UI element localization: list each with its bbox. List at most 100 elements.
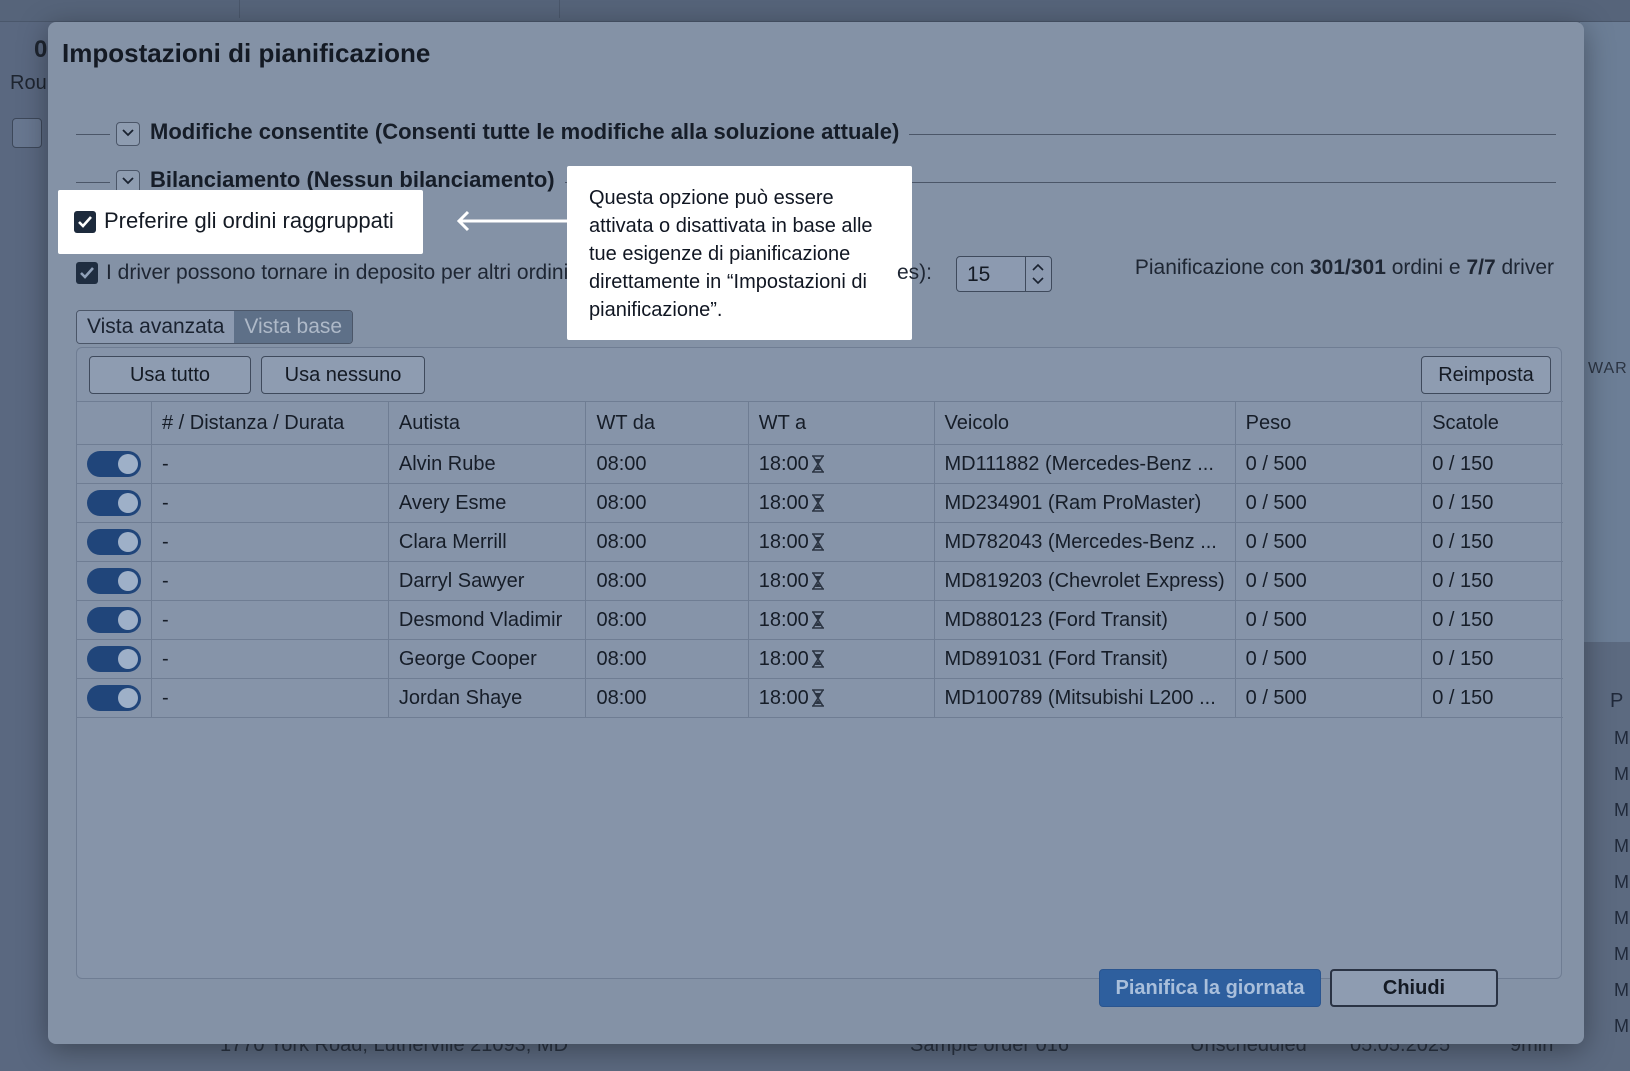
table-cell-wt-to: 18:00 — [748, 639, 935, 679]
reset-button[interactable]: Reimposta — [1421, 356, 1551, 394]
table-cell-wt-to: 18:00 — [748, 561, 935, 601]
table-row[interactable]: - Clara Merrill 08:00 18:00 MD782043 (Merced… — [77, 522, 1563, 562]
cell-text: MD819203 (Chevrolet Express) — [944, 569, 1225, 592]
column-header[interactable]: # / Distanza / Durata — [151, 401, 389, 445]
prefer-grouped-checkbox[interactable] — [74, 211, 96, 233]
use-none-button[interactable]: Usa nessuno — [261, 356, 425, 394]
cell-text: 0 / 150 — [1432, 530, 1494, 553]
table-cell-weight: 0 / 500 — [1235, 678, 1423, 718]
table-cell-wt-from: 08:00 — [585, 444, 749, 484]
divider — [76, 182, 110, 183]
cell-text: Desmond Vladimir — [398, 608, 563, 631]
cell-text: 18:00 — [758, 686, 809, 709]
table-cell-vehicle: MD782043 (Mercedes-Benz ... — [934, 522, 1236, 562]
table-cell-vehicle: MD819203 (Chevrolet Express) — [934, 561, 1236, 601]
row-toggle-cell — [77, 561, 152, 601]
table-row[interactable]: - Avery Esme 08:00 18:00 MD234901 (Ram ProMa… — [77, 483, 1563, 523]
background-route-count: 0 — [34, 36, 48, 63]
driver-enabled-toggle[interactable] — [87, 568, 141, 594]
table-cell-distance: - — [151, 483, 389, 523]
chevron-down-icon[interactable] — [1032, 277, 1044, 285]
cell-text: 08:00 — [596, 647, 647, 670]
background-cell: M — [1614, 800, 1629, 820]
cell-text: Alvin Rube — [398, 452, 496, 475]
table-cell-distance: - — [151, 639, 389, 679]
driver-enabled-toggle[interactable] — [87, 685, 141, 711]
driver-enabled-toggle[interactable] — [87, 607, 141, 633]
driver-enabled-toggle[interactable] — [87, 451, 141, 477]
table-cell-driver: Alvin Rube — [388, 444, 587, 484]
summary-orders: 301/301 — [1309, 256, 1386, 279]
table-cell-boxes: 0 / 150 — [1421, 522, 1563, 562]
table-cell-driver: Avery Esme — [388, 483, 587, 523]
background-cell: M — [1614, 836, 1629, 856]
column-header[interactable]: Autista — [388, 401, 587, 445]
cell-text: 0 / 500 — [1245, 491, 1307, 514]
table-row[interactable]: - Desmond Vladimir 08:00 18:00 MD880123 (For… — [77, 600, 1563, 640]
tab-basic-view[interactable]: Vista base — [234, 311, 353, 343]
hourglass-icon — [811, 572, 824, 590]
table-cell-boxes: 0 / 150 — [1421, 444, 1563, 484]
use-all-button[interactable]: Usa tutto — [89, 356, 251, 394]
table-cell-vehicle: MD234901 (Ram ProMaster) — [934, 483, 1236, 523]
table-row[interactable]: - George Cooper 08:00 18:00 MD891031 (Ford T… — [77, 639, 1563, 679]
table-cell-boxes: 0 / 150 — [1421, 678, 1563, 718]
tooltip-callout: Questa opzione può essere attivata o dis… — [567, 166, 912, 340]
tab-advanced-view[interactable]: Vista avanzata — [77, 311, 235, 343]
prefer-grouped-label: Preferire gli ordini raggruppati — [104, 208, 394, 233]
cell-text: 08:00 — [596, 608, 647, 631]
cell-text: 0 / 500 — [1245, 686, 1307, 709]
driver-enabled-toggle[interactable] — [87, 529, 141, 555]
driver-enabled-toggle[interactable] — [87, 490, 141, 516]
table-cell-distance: - — [151, 600, 389, 640]
column-header[interactable]: Veicolo — [934, 401, 1236, 445]
minutes-value[interactable]: 15 — [967, 263, 990, 287]
row-toggle-cell — [77, 600, 152, 640]
planning-summary: Pianificazione con 301/301 ordini e 7/7 … — [1135, 256, 1554, 280]
table-header-row: # / Distanza / Durata Autista WT da WT a… — [77, 401, 1563, 445]
plan-day-button[interactable]: Pianifica la giornata — [1099, 969, 1321, 1007]
column-header[interactable]: Peso — [1235, 401, 1423, 445]
section-label[interactable]: Modifiche consentite (Consenti tutte le … — [150, 119, 910, 145]
background-cell: M — [1614, 944, 1629, 964]
table-cell-driver: Desmond Vladimir — [388, 600, 587, 640]
cell-text: Clara Merrill — [398, 530, 507, 553]
column-header-toggle — [77, 401, 152, 445]
column-header[interactable]: Scatole — [1421, 401, 1563, 445]
table-cell-weight: 0 / 500 — [1235, 600, 1423, 640]
table-row[interactable]: - Darryl Sawyer 08:00 18:00 MD819203 (Chevro… — [77, 561, 1563, 601]
table-cell-distance: - — [151, 522, 389, 562]
table-row[interactable]: - Alvin Rube 08:00 18:00 MD111882 (Mercedes-… — [77, 444, 1563, 484]
return-to-depot-checkbox[interactable] — [76, 262, 98, 284]
table-cell-vehicle: MD891031 (Ford Transit) — [934, 639, 1236, 679]
table-cell-distance: - — [151, 561, 389, 601]
table-row[interactable]: - Jordan Shaye 08:00 18:00 MD100789 (Mitsubi… — [77, 678, 1563, 718]
close-button[interactable]: Chiudi — [1330, 969, 1498, 1007]
chevron-down-icon[interactable] — [116, 122, 140, 146]
cell-text: 0 / 150 — [1432, 608, 1494, 631]
table-cell-distance: - — [151, 444, 389, 484]
return-to-depot-label: I driver possono tornare in deposito per… — [106, 261, 569, 284]
section-allowed-changes[interactable]: Modifiche consentite (Consenti tutte le … — [76, 117, 1556, 151]
table-cell-wt-to: 18:00 — [748, 678, 935, 718]
stepper-buttons[interactable] — [1025, 257, 1051, 291]
background-cell: M — [1614, 980, 1629, 1000]
cell-text: - — [162, 452, 169, 475]
cell-text: - — [162, 569, 169, 592]
column-header[interactable]: WT da — [585, 401, 749, 445]
prefer-grouped-orders-option[interactable]: Preferire gli ordini raggruppati — [58, 190, 423, 254]
cell-text: 08:00 — [596, 491, 647, 514]
cell-text: - — [162, 647, 169, 670]
driver-enabled-toggle[interactable] — [87, 646, 141, 672]
table-cell-wt-to: 18:00 — [748, 522, 935, 562]
view-toggle[interactable]: Vista avanzata Vista base — [76, 310, 354, 344]
hourglass-icon — [811, 533, 824, 551]
cell-text: Darryl Sawyer — [398, 569, 525, 592]
arrow-left-icon — [456, 210, 568, 232]
table-cell-vehicle: MD880123 (Ford Transit) — [934, 600, 1236, 640]
column-header[interactable]: WT a — [748, 401, 935, 445]
cell-text: 08:00 — [596, 452, 647, 475]
chevron-up-icon[interactable] — [1032, 263, 1044, 271]
minutes-stepper[interactable]: 15 — [956, 256, 1052, 292]
cell-text: 08:00 — [596, 686, 647, 709]
